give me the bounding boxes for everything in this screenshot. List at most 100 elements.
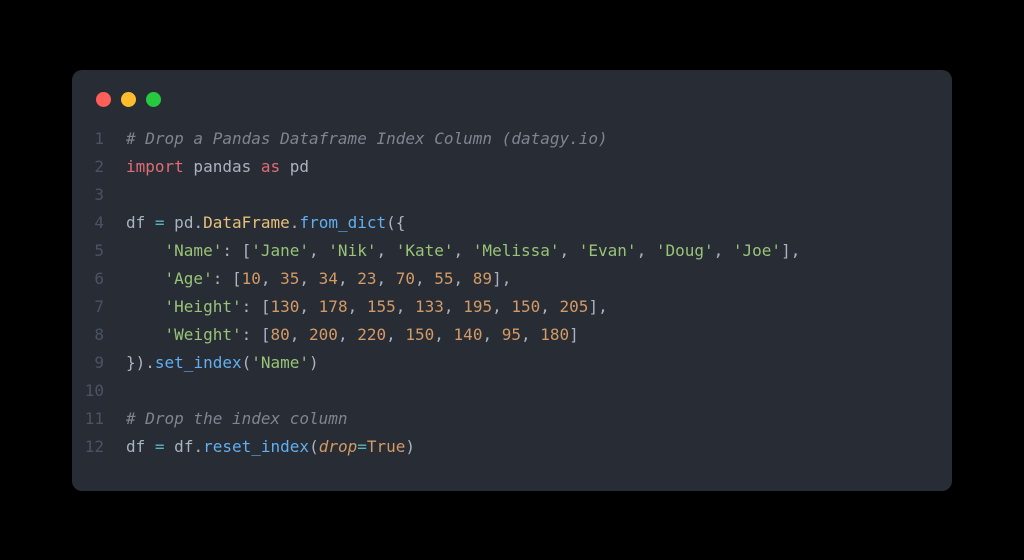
- code-token: 'Evan': [579, 241, 637, 260]
- code-token: 'Name': [165, 241, 223, 260]
- code-token: (: [309, 437, 319, 456]
- code-token: # Drop the index column: [126, 409, 348, 428]
- code-token: 80: [271, 325, 290, 344]
- code-token: ,: [454, 241, 473, 260]
- code-content: import pandas as pd: [126, 153, 952, 181]
- code-token: [126, 297, 165, 316]
- code-token: from_dict: [299, 213, 386, 232]
- line-number: 5: [72, 237, 126, 265]
- code-token: df: [126, 213, 155, 232]
- code-token: 55: [434, 269, 453, 288]
- code-token: pandas: [184, 157, 261, 176]
- line-number: 11: [72, 405, 126, 433]
- code-token: ,: [309, 241, 328, 260]
- code-token: }).: [126, 353, 155, 372]
- code-window: 1# Drop a Pandas Dataframe Index Column …: [72, 70, 952, 491]
- code-token: 34: [319, 269, 338, 288]
- line-number: 10: [72, 377, 126, 405]
- code-area[interactable]: 1# Drop a Pandas Dataframe Index Column …: [72, 125, 952, 461]
- code-token: .: [193, 437, 203, 456]
- code-content: [126, 181, 952, 209]
- code-token: ,: [290, 325, 309, 344]
- code-token: True: [367, 437, 406, 456]
- code-token: ,: [299, 297, 318, 316]
- code-token: 95: [502, 325, 521, 344]
- code-token: ,: [396, 297, 415, 316]
- code-token: : [: [242, 297, 271, 316]
- minimize-dot-icon[interactable]: [121, 92, 136, 107]
- code-token: drop: [319, 437, 358, 456]
- code-content: 'Age': [10, 35, 34, 23, 70, 55, 89],: [126, 265, 952, 293]
- code-token: .: [193, 213, 203, 232]
- code-token: ,: [376, 241, 395, 260]
- code-token: 133: [415, 297, 444, 316]
- code-token: ,: [637, 241, 656, 260]
- code-token: 'Age': [165, 269, 213, 288]
- code-token: 150: [511, 297, 540, 316]
- line-number: 2: [72, 153, 126, 181]
- code-token: 155: [367, 297, 396, 316]
- code-token: ({: [386, 213, 405, 232]
- code-token: pd: [165, 213, 194, 232]
- code-token: # Drop a Pandas Dataframe Index Column (…: [126, 129, 608, 148]
- code-content: 'Weight': [80, 200, 220, 150, 140, 95, 1…: [126, 321, 952, 349]
- code-token: =: [155, 213, 165, 232]
- code-token: ,: [338, 325, 357, 344]
- code-token: 'Jane': [251, 241, 309, 260]
- code-token: 23: [357, 269, 376, 288]
- line-number: 1: [72, 125, 126, 153]
- code-token: 'Melissa': [473, 241, 560, 260]
- code-token: 140: [454, 325, 483, 344]
- code-line: 1# Drop a Pandas Dataframe Index Column …: [72, 125, 952, 153]
- code-token: ,: [482, 325, 501, 344]
- code-token: ,: [338, 269, 357, 288]
- code-token: ,: [444, 297, 463, 316]
- code-line: 3: [72, 181, 952, 209]
- code-line: 11# Drop the index column: [72, 405, 952, 433]
- code-content: df = pd.DataFrame.from_dict({: [126, 209, 952, 237]
- code-token: df: [165, 437, 194, 456]
- code-token: ,: [540, 297, 559, 316]
- line-number: 6: [72, 265, 126, 293]
- code-token: ,: [454, 269, 473, 288]
- maximize-dot-icon[interactable]: [146, 92, 161, 107]
- code-token: 'Joe': [733, 241, 781, 260]
- line-number: 12: [72, 433, 126, 461]
- code-token: 180: [540, 325, 569, 344]
- code-token: [126, 241, 165, 260]
- code-token: pd: [280, 157, 309, 176]
- code-token: 'Nik': [328, 241, 376, 260]
- code-token: df: [126, 437, 155, 456]
- code-token: ,: [560, 241, 579, 260]
- code-token: 'Kate': [396, 241, 454, 260]
- code-token: ,: [376, 269, 395, 288]
- code-token: ],: [781, 241, 800, 260]
- line-number: 4: [72, 209, 126, 237]
- code-token: ,: [521, 325, 540, 344]
- code-line: 10: [72, 377, 952, 405]
- code-token: ,: [434, 325, 453, 344]
- code-token: ,: [299, 269, 318, 288]
- code-token: ,: [261, 269, 280, 288]
- code-line: 8 'Weight': [80, 200, 220, 150, 140, 95,…: [72, 321, 952, 349]
- code-token: 70: [396, 269, 415, 288]
- code-token: : [: [213, 269, 242, 288]
- code-token: 'Doug': [656, 241, 714, 260]
- code-line: 7 'Height': [130, 178, 155, 133, 195, 15…: [72, 293, 952, 321]
- code-content: # Drop a Pandas Dataframe Index Column (…: [126, 125, 952, 153]
- code-token: .: [290, 213, 300, 232]
- code-token: ]: [569, 325, 579, 344]
- code-token: ],: [492, 269, 511, 288]
- code-token: 'Name': [251, 353, 309, 372]
- line-number: 7: [72, 293, 126, 321]
- close-dot-icon[interactable]: [96, 92, 111, 107]
- code-token: : [: [222, 241, 251, 260]
- line-number: 3: [72, 181, 126, 209]
- code-token: 195: [463, 297, 492, 316]
- code-token: 89: [473, 269, 492, 288]
- code-token: ],: [588, 297, 607, 316]
- code-token: ,: [415, 269, 434, 288]
- code-content: [126, 377, 952, 405]
- code-token: ,: [386, 325, 405, 344]
- code-token: 205: [560, 297, 589, 316]
